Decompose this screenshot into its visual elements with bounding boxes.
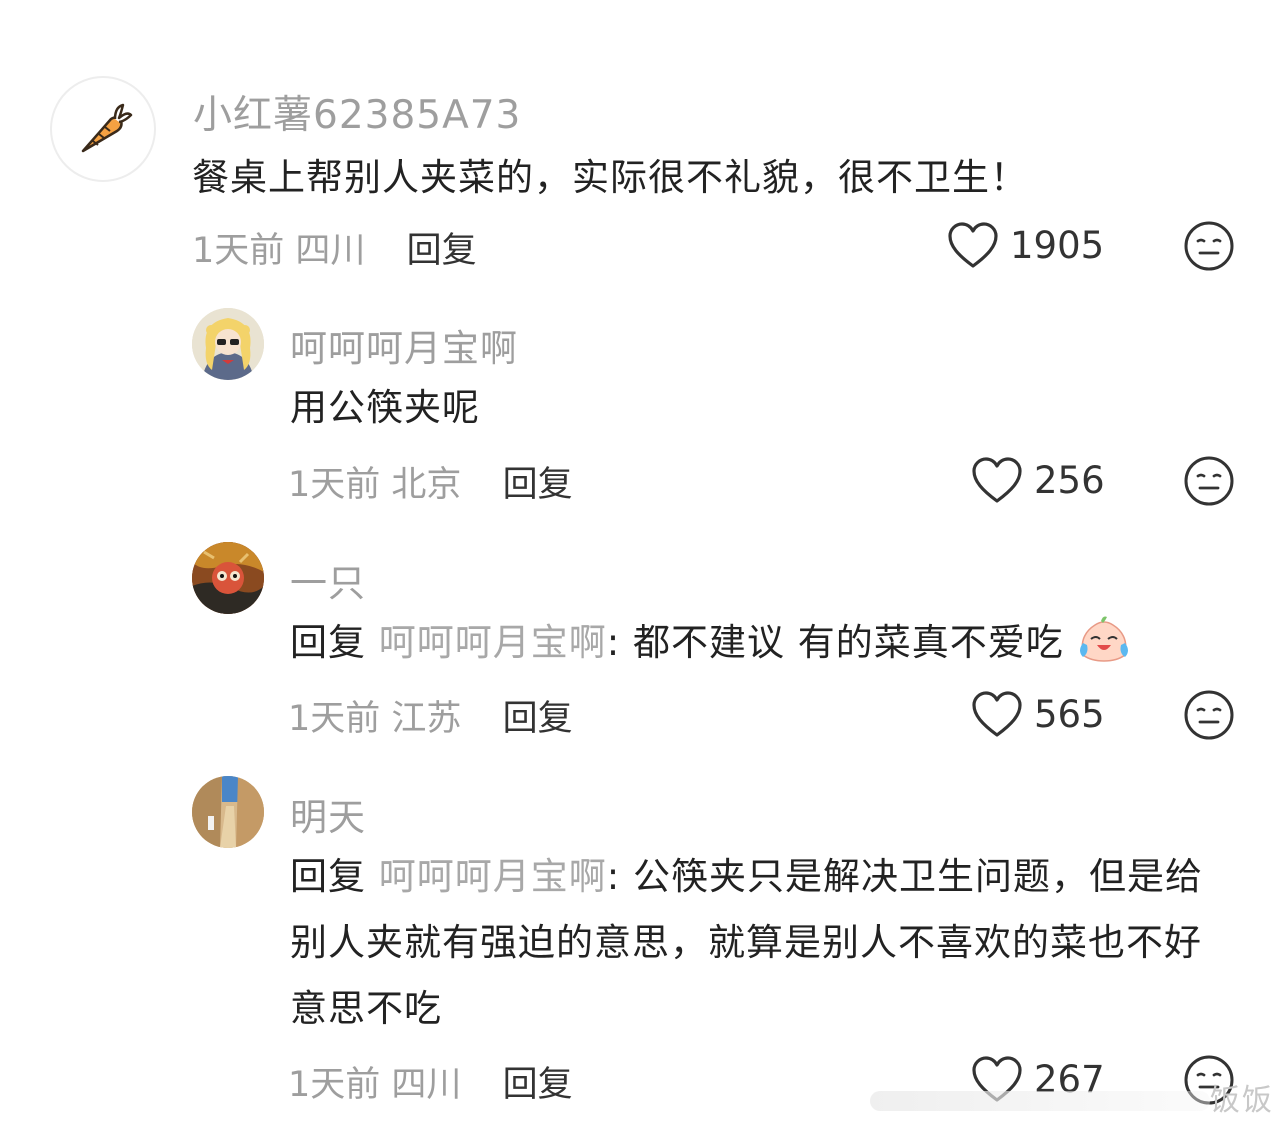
comment-meta: 1天前 四川 回复 [192,222,477,273]
avatar[interactable] [192,308,264,380]
like-button[interactable]: 1905 [946,220,1104,270]
username[interactable]: 一只 [290,553,366,607]
reply-button[interactable]: 回复 [503,1065,573,1105]
heart-icon [972,457,1022,503]
like-count: 256 [1034,458,1105,502]
comment-meta: 1天前 江苏 回复 [288,690,573,741]
heart-icon [948,222,998,268]
location: 北京 [391,465,462,505]
comment-text: 回复 呵呵呵月宝啊: 都不建议 有的菜真不爱吃 [290,610,1230,676]
like-button[interactable]: 256 [970,455,1105,505]
reply-prefix: 回复 [290,855,366,898]
like-count: 1905 [1010,223,1105,267]
location: 四川 [295,231,366,271]
timestamp: 1天前 [288,1065,381,1105]
reply-prefix: 回复 [290,621,366,664]
reply-button[interactable]: 回复 [407,231,477,271]
painted-face-avatar-icon [192,542,264,614]
username[interactable]: 小红薯62385A73 [193,84,521,140]
timestamp: 1天前 [288,699,381,739]
dislike-face-icon[interactable] [1183,220,1235,272]
crying-laughing-emoji [1079,616,1128,662]
reply-button[interactable]: 回复 [503,465,573,505]
carrot-icon [81,103,133,153]
avatar[interactable] [192,776,264,848]
street-photo-avatar-icon [192,776,264,848]
mentioned-user[interactable]: 呵呵呵月宝啊 [379,855,607,898]
comment-text: 餐桌上帮别人夹菜的，实际很不礼貌，很不卫生！ [192,156,1028,199]
watermark: 饭饭 [1210,1083,1274,1118]
location: 四川 [391,1065,462,1105]
dislike-face-icon[interactable] [1183,689,1235,741]
watermark-bar [870,1091,1210,1111]
username[interactable]: 明天 [290,787,366,841]
like-button[interactable]: 565 [970,689,1105,739]
reply-text: : 都不建议 有的菜真不爱吃 [606,621,1064,664]
comment-meta: 1天前 四川 回复 [288,1056,573,1107]
timestamp: 1天前 [192,231,285,271]
dislike-face-icon[interactable] [1183,455,1235,507]
avatar[interactable] [50,76,156,182]
avatar[interactable] [192,542,264,614]
comment-text: 回复 呵呵呵月宝啊: 公筷夹只是解决卫生问题，但是给别人夹就有强迫的意思，就算是… [290,844,1220,1042]
comment-text: 用公筷夹呢 [290,386,480,429]
location: 江苏 [391,699,462,739]
like-count: 565 [1034,692,1105,736]
timestamp: 1天前 [288,465,381,505]
anime-girl-avatar-icon [192,308,264,380]
username[interactable]: 呵呵呵月宝啊 [290,318,518,372]
heart-icon [972,691,1022,737]
comment-meta: 1天前 北京 回复 [288,456,573,507]
mentioned-user[interactable]: 呵呵呵月宝啊 [379,621,607,664]
reply-button[interactable]: 回复 [503,699,573,739]
